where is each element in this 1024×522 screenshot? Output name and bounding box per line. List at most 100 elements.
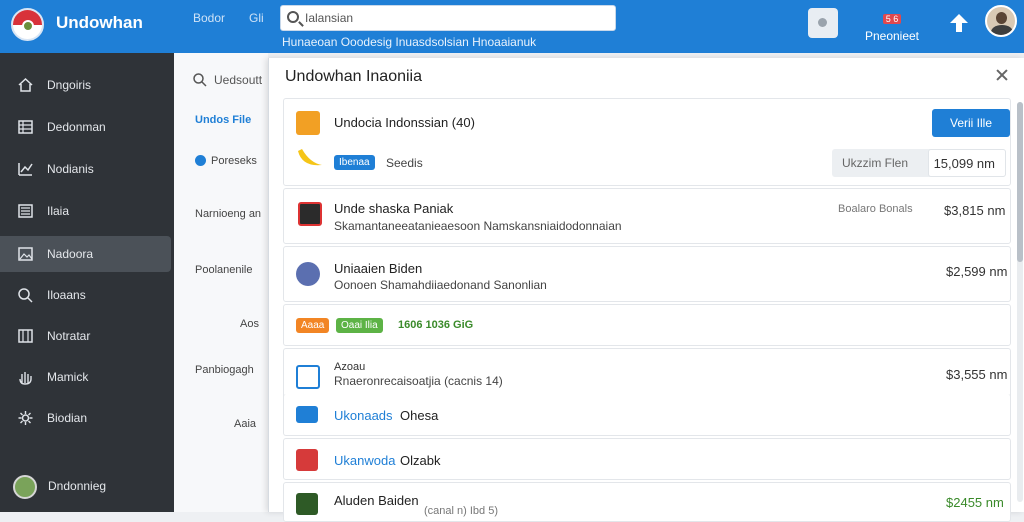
sidebar-item-label: Ilaia bbox=[47, 204, 70, 218]
item-text: Ohesa bbox=[400, 408, 439, 423]
settings-button[interactable] bbox=[808, 8, 838, 38]
list-icon bbox=[18, 204, 33, 218]
search-icon bbox=[287, 11, 299, 23]
item-subtitle: Seedis bbox=[386, 156, 423, 170]
sidebar-item-label: Biodian bbox=[47, 411, 88, 425]
hand-icon bbox=[19, 372, 32, 385]
nav-link-bodor[interactable]: Bodor bbox=[193, 11, 225, 25]
item-link[interactable]: Ukanwoda bbox=[334, 453, 395, 468]
search-icon bbox=[18, 288, 33, 303]
list-item[interactable]: Ukanwoda Olzabk bbox=[283, 438, 1011, 480]
sidebar-user[interactable]: Dndonnieg bbox=[0, 466, 174, 506]
list-item[interactable]: Undocia Indonssian (40) Verii Ille Ibena… bbox=[283, 98, 1011, 186]
user-avatar bbox=[13, 475, 37, 499]
app-title: Undowhan bbox=[56, 13, 143, 32]
sidebar-item-label: Iloaans bbox=[47, 288, 86, 302]
sidebar-user-label: Dndonnieg bbox=[48, 479, 107, 493]
sidebar-item-home[interactable]: Dngoiris bbox=[0, 67, 174, 103]
item-link[interactable]: Ukonaads bbox=[334, 408, 393, 423]
chart-icon bbox=[18, 163, 33, 176]
search-icon bbox=[193, 73, 207, 87]
sidebar: Dngoiris Dedonman Nodianis Ilaia Nadoora… bbox=[0, 53, 174, 512]
alert-icon bbox=[296, 449, 318, 471]
list-item[interactable]: Uniaaien Biden Oonoen Shamahdiiaedonand … bbox=[283, 246, 1011, 302]
status-badge: Ibenaa bbox=[334, 155, 375, 170]
item-subtitle: Skamantaneeatanieaesoon Namskansniaidodo… bbox=[334, 219, 622, 233]
sidebar-item-label: Nadoora bbox=[47, 247, 94, 261]
sidebar-item-grid[interactable]: Dedonman bbox=[0, 109, 174, 145]
panel-title: Undowhan Inaoniia bbox=[285, 68, 422, 85]
grid-icon bbox=[18, 120, 33, 134]
sidebar-item-label: Mamick bbox=[47, 370, 89, 384]
filter-item[interactable]: Aaia bbox=[234, 418, 256, 430]
filter-search[interactable]: Uedsoutt bbox=[192, 72, 272, 90]
list-item[interactable]: Unde shaska Paniak Skamantaneeatanieaeso… bbox=[283, 188, 1011, 244]
scrollbar[interactable] bbox=[1017, 102, 1023, 502]
filter-item[interactable]: Poreseks bbox=[211, 155, 257, 167]
sidebar-item-search[interactable]: Iloaans bbox=[0, 277, 174, 313]
close-icon[interactable] bbox=[995, 68, 1009, 82]
global-search[interactable] bbox=[280, 5, 616, 31]
filter-column: Uedsoutt Undos File Poreseks Narnioeng a… bbox=[174, 53, 268, 512]
filter-item[interactable]: Panbiogagh bbox=[195, 364, 254, 376]
item-meta: Boalaro Bonals bbox=[838, 203, 913, 215]
item-title: Unde shaska Paniak bbox=[334, 201, 454, 216]
image-icon bbox=[18, 247, 33, 261]
sidebar-item-label: Nodianis bbox=[47, 162, 94, 176]
notification-badge: 5 6 bbox=[882, 14, 902, 24]
notifications-button[interactable]: 5 6 Pneonieet bbox=[860, 9, 924, 43]
item-subtitle: Rnaeronrecaisoatjia (cacnis 14) bbox=[334, 374, 503, 388]
size-value[interactable]: 15,099 nm bbox=[928, 149, 1006, 177]
filter-item[interactable]: Aos bbox=[240, 318, 259, 330]
sub-nav-breadcrumb[interactable]: Hunaeoan Ooodesig Inuasdsolsian Hnoaaian… bbox=[282, 35, 536, 49]
home-icon bbox=[18, 77, 33, 92]
folder-icon bbox=[296, 111, 320, 135]
tag-badge: Oaai Ilia bbox=[336, 318, 383, 333]
size-label: Ukzzim Flen bbox=[842, 156, 909, 170]
size-field: Ukzzim Flen 15,099 nm bbox=[832, 149, 1006, 177]
list-item[interactable]: Ukonaads Ohesa bbox=[283, 394, 1011, 436]
item-label: 1606 1036 GiG bbox=[398, 319, 474, 331]
check-icon[interactable] bbox=[195, 155, 206, 166]
app-logo[interactable] bbox=[11, 8, 44, 41]
sidebar-item-image[interactable]: Nadoora bbox=[0, 236, 174, 272]
tag-icon bbox=[296, 365, 320, 389]
user-avatar[interactable] bbox=[985, 5, 1017, 37]
view-file-button[interactable]: Verii Ille bbox=[932, 109, 1010, 137]
list-item[interactable]: Aaaa Oaai Ilia 1606 1036 GiG bbox=[283, 304, 1011, 346]
detail-panel: Undowhan Inaoniia Undocia Indonssian (40… bbox=[268, 58, 1024, 522]
item-title: Undocia Indonssian (40) bbox=[334, 115, 475, 130]
sidebar-item-columns[interactable]: Notratar bbox=[0, 318, 174, 354]
scrollbar-thumb[interactable] bbox=[1017, 102, 1023, 262]
search-input[interactable] bbox=[305, 9, 605, 27]
list-item[interactable]: Aluden Baiden (canal n) Ibd 5) $2455 nm bbox=[283, 482, 1011, 522]
filter-item[interactable]: Narnioeng an bbox=[195, 208, 261, 220]
sidebar-item-settings[interactable]: Biodian bbox=[0, 400, 174, 436]
item-price: $3,815 nm bbox=[944, 203, 1006, 218]
filter-search-label: Uedsoutt bbox=[214, 73, 263, 87]
sidebar-item-list[interactable]: Ilaia bbox=[0, 193, 174, 229]
item-subtitle: Oonoen Shamahdiiaedonand Sanonlian bbox=[334, 278, 547, 292]
upload-icon[interactable] bbox=[948, 12, 970, 34]
item-price: $3,555 nm bbox=[946, 367, 1008, 382]
sidebar-item-label: Dedonman bbox=[47, 120, 106, 134]
tag-badge: Aaaa bbox=[296, 318, 330, 333]
item-price: $2455 nm bbox=[946, 495, 1004, 510]
document-icon bbox=[298, 202, 322, 226]
sidebar-item-label: Notratar bbox=[47, 329, 91, 343]
sidebar-item-hand[interactable]: Mamick bbox=[0, 359, 174, 395]
item-text: Olzabk bbox=[400, 453, 441, 468]
item-title: Uniaaien Biden bbox=[334, 261, 423, 276]
columns-icon bbox=[18, 329, 33, 343]
sidebar-item-chart[interactable]: Nodianis bbox=[0, 151, 174, 187]
building-icon bbox=[296, 262, 320, 286]
filter-item[interactable]: Poolanenile bbox=[195, 264, 253, 276]
banana-icon bbox=[298, 149, 322, 166]
item-title: Azoau bbox=[334, 361, 366, 373]
nav-link-gli[interactable]: Gli bbox=[249, 11, 264, 25]
sidebar-item-label: Dngoiris bbox=[47, 78, 92, 92]
item-subtitle: (canal n) Ibd 5) bbox=[424, 505, 498, 517]
gear-icon bbox=[18, 411, 33, 425]
filter-item[interactable]: Undos File bbox=[195, 114, 251, 126]
item-title: Aluden Baiden bbox=[334, 493, 419, 508]
